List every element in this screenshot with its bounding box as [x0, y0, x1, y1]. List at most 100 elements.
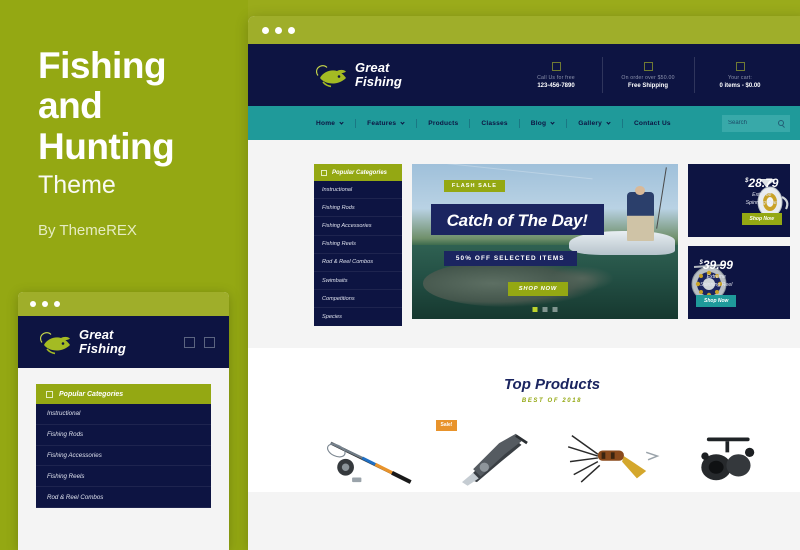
price-value: 28.79: [748, 175, 779, 190]
nav-item-classes[interactable]: Classes: [479, 120, 509, 127]
product-card-pliers[interactable]: Sale!: [435, 419, 548, 492]
list-item[interactable]: Swimbaits: [314, 272, 402, 291]
list-item[interactable]: Fishing Rods: [36, 425, 211, 446]
logo-line-2: Fishing: [355, 74, 402, 89]
list-item[interactable]: Fishing Accessories: [36, 446, 211, 467]
chevron-down-icon: [400, 119, 405, 125]
nav-item-blog[interactable]: Blog: [529, 120, 548, 127]
nav-item-contact-us[interactable]: Contact Us: [632, 120, 673, 127]
truck-icon: [643, 61, 653, 71]
nav-list: Home Features Products Classes Blog Gall…: [314, 118, 673, 128]
tablet-header-icons: [184, 336, 215, 348]
list-item[interactable]: Rod & Reel Combos: [314, 254, 402, 272]
close-dot-icon[interactable]: [262, 26, 269, 34]
logo-line-1: Great: [355, 60, 390, 76]
fish-logo-icon: [316, 65, 346, 88]
cart-icon[interactable]: [204, 336, 215, 348]
list-item[interactable]: Fishing Reels: [314, 236, 402, 254]
window-controls[interactable]: [262, 26, 295, 34]
shop-now-button[interactable]: SHOP NOW: [507, 281, 569, 296]
promo-description: Extreme Spinning Reel: [696, 274, 736, 290]
site-header: Great Fishing Call Us for free 123-456-7…: [248, 44, 800, 106]
slider-dot-3[interactable]: [552, 307, 558, 312]
tablet-titlebar: [18, 292, 229, 316]
promo-desc-line-2: Spinning Reel: [700, 281, 733, 288]
popular-categories-widget: Popular Categories Instructional Fishing…: [314, 164, 402, 326]
product-card-fishing-rod[interactable]: [314, 422, 426, 492]
product-card-lure[interactable]: [557, 422, 669, 492]
list-item[interactable]: Rod & Reel Combos: [36, 487, 211, 508]
fishing-rod-icon: [326, 441, 412, 484]
list-item[interactable]: Species: [314, 308, 402, 325]
slider-dot-1[interactable]: [532, 307, 538, 312]
hero-subtitle: 50% OFF SELECTED ITEMS: [455, 254, 565, 262]
slider-pagination[interactable]: [532, 307, 558, 312]
phone-icon: [551, 61, 561, 71]
maximize-dot-icon[interactable]: [288, 26, 295, 34]
minimize-dot-icon[interactable]: [275, 26, 282, 34]
list-item[interactable]: Fishing Accessories: [314, 217, 402, 236]
list-icon: [46, 390, 53, 398]
close-dot-icon[interactable]: [30, 301, 36, 307]
nav-item-home[interactable]: Home: [314, 120, 337, 127]
nav-item-gallery[interactable]: Gallery: [576, 120, 604, 127]
list-item[interactable]: Instructional: [36, 404, 211, 425]
nav-divider: [355, 118, 357, 128]
list-item[interactable]: Competitions: [314, 290, 402, 309]
author-credit: By ThemeREX: [38, 221, 137, 239]
info-value[interactable]: 123-456-7890: [528, 83, 584, 89]
promo-price: $28.79: [742, 176, 782, 190]
search-icon[interactable]: [778, 120, 784, 126]
promo-description: Extreme Spinning Reel: [742, 192, 782, 208]
list-item[interactable]: Fishing Rods: [314, 199, 402, 218]
nav-divider: [518, 118, 520, 128]
search-placeholder: Search: [728, 120, 748, 126]
angler-head-icon: [635, 185, 645, 195]
page-subtitle: Theme: [38, 170, 116, 199]
hero-subtitle-box: 50% OFF SELECTED ITEMS: [443, 250, 577, 266]
cart-icon: [735, 61, 745, 71]
info-label: Your cart:: [727, 74, 752, 81]
info-value: Free Shipping: [627, 82, 668, 89]
promo-card-fly-reel[interactable]: $39.99 Extreme Spinning Reel Shop Now: [688, 246, 790, 319]
promo-card-spinning-reel[interactable]: $28.79 Extreme Spinning Reel Shop Now: [688, 164, 790, 237]
site-logo[interactable]: Great Fishing: [38, 328, 126, 355]
nav-item-features[interactable]: Features: [365, 120, 398, 127]
minimize-dot-icon[interactable]: [42, 301, 48, 307]
desktop-titlebar: [248, 16, 800, 44]
product-grid: Sale!: [314, 419, 791, 492]
product-card-reel[interactable]: [679, 422, 791, 492]
header-info-cart[interactable]: Your cart: 0 items - $0.00: [694, 61, 786, 89]
chevron-down-icon: [339, 119, 344, 125]
hero-title-box: Catch of The Day!: [430, 204, 604, 236]
main-navigation: Home Features Products Classes Blog Gall…: [248, 106, 800, 140]
list-item[interactable]: Fishing Reels: [36, 466, 211, 488]
chevron-down-icon: [606, 119, 611, 125]
logo-line-1: Great: [79, 327, 114, 343]
shop-now-button[interactable]: Shop Now: [741, 213, 782, 226]
promo-price: $39.99: [696, 258, 736, 272]
flash-sale-badge: FLASH SALE: [443, 179, 506, 192]
shop-now-button[interactable]: Shop Now: [696, 295, 737, 308]
promo-card-text: $39.99 Extreme Spinning Reel Shop Now: [688, 258, 744, 308]
promo-cards: $28.79 Extreme Spinning Reel Shop Now $3…: [688, 164, 790, 326]
site-logo[interactable]: Great Fishing: [314, 61, 402, 88]
logo-line-2: Fishing: [79, 341, 126, 356]
hero-slider[interactable]: FLASH SALE Catch of The Day! 50% OFF SEL…: [412, 164, 678, 319]
tablet-site-header: Great Fishing: [18, 316, 229, 368]
promo-desc-line-2: Spinning Reel: [745, 199, 778, 206]
promo-desc-line-1: Extreme: [752, 191, 772, 198]
status-badge: Sale!: [435, 419, 458, 431]
pliers-icon: [461, 433, 528, 486]
nav-divider: [416, 118, 418, 128]
menu-icon[interactable]: [184, 336, 195, 348]
slider-dot-2[interactable]: [542, 307, 548, 312]
nav-item-products[interactable]: Products: [426, 120, 460, 127]
section-title: Top Products: [503, 375, 601, 393]
search-input[interactable]: Search: [722, 114, 790, 132]
list-item[interactable]: Instructional: [314, 181, 402, 200]
maximize-dot-icon[interactable]: [54, 301, 60, 307]
categories-list: Instructional Fishing Rods Fishing Acces…: [314, 181, 402, 326]
window-controls[interactable]: [30, 301, 60, 307]
title-line-1: Fishing: [38, 45, 167, 86]
